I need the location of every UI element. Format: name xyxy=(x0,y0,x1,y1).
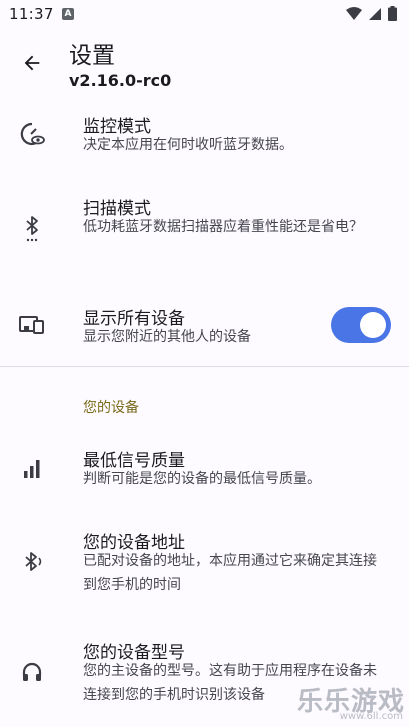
page-title: 设置 xyxy=(69,43,115,69)
battery-icon xyxy=(388,6,397,21)
pref-summary: 低功耗蓝牙数据扫描器应着重性能还是省电？ xyxy=(83,219,363,235)
bluetooth-searching-icon xyxy=(18,214,46,242)
monitor-eye-icon xyxy=(18,120,46,148)
pref-scan-mode[interactable]: 扫描模式 低功耗蓝牙数据扫描器应着重性能还是省电？ xyxy=(0,190,409,270)
arrow-back-icon xyxy=(24,55,40,71)
pref-summary: 决定本应用在何时收听蓝牙数据。 xyxy=(83,137,293,153)
category-your-device: 您的设备 xyxy=(83,400,139,416)
back-button[interactable] xyxy=(14,45,50,81)
app-notification-icon: A xyxy=(62,8,74,20)
app-version: v2.16.0-rc0 xyxy=(69,71,172,90)
signal-bars-icon xyxy=(18,454,46,482)
status-time: 11:37 xyxy=(9,5,54,23)
watermark: 乐乐游戏 www.6ll.com xyxy=(283,681,405,725)
switch-thumb xyxy=(360,312,386,338)
headphones-icon xyxy=(18,658,46,686)
status-bar: 11:37 A xyxy=(0,0,409,30)
pref-monitoring-mode[interactable]: 监控模式 决定本应用在何时收听蓝牙数据。 xyxy=(0,108,409,170)
wifi-icon xyxy=(346,6,362,20)
pref-summary: 已配对设备的地址，本应用通过它来确定其连接到您手机的时间 xyxy=(83,553,377,593)
pref-summary: 判断可能是您的设备的最低信号质量。 xyxy=(83,471,321,487)
cell-signal-icon xyxy=(369,7,381,20)
devices-icon xyxy=(18,311,46,339)
show-all-devices-switch[interactable] xyxy=(331,307,391,343)
watermark-url: www.6ll.com xyxy=(339,711,403,722)
bluetooth-connected-icon xyxy=(18,548,46,576)
divider xyxy=(0,366,409,367)
pref-device-address[interactable]: 您的设备地址 已配对设备的地址，本应用通过它来确定其连接到您手机的时间 xyxy=(0,524,409,604)
pref-minimum-signal[interactable]: 最低信号质量 判断可能是您的设备的最低信号质量。 xyxy=(0,442,409,502)
